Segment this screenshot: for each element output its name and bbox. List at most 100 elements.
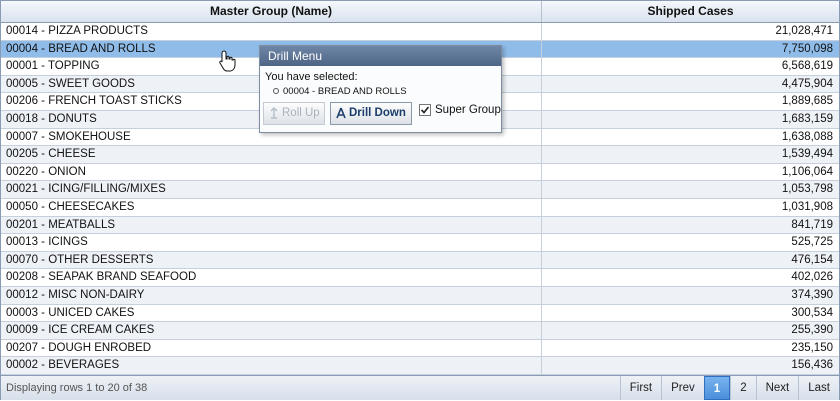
column-divider	[541, 322, 542, 339]
drill-down-icon	[336, 107, 346, 119]
drill-down-label: Drill Down	[349, 107, 406, 119]
cell-shipped-cases: 1,053,798	[781, 183, 833, 196]
pager-page-2-button[interactable]: 2	[730, 376, 755, 400]
column-divider	[541, 216, 542, 234]
cell-shipped-cases: 21,028,471	[775, 25, 833, 37]
cell-shipped-cases: 7,750,098	[781, 42, 833, 55]
cell-shipped-cases: 525,725	[791, 236, 833, 249]
table-row[interactable]: 00207 - DOUGH ENROBED 235,150	[1, 339, 839, 358]
column-divider	[541, 198, 542, 216]
column-divider	[541, 58, 542, 75]
grid-header: Master Group (Name) Shipped Cases	[1, 1, 839, 23]
column-divider	[541, 110, 542, 128]
table-row[interactable]: 00205 - CHEESE 1,539,494	[1, 146, 839, 164]
super-group-checkbox[interactable]	[419, 104, 431, 116]
cell-shipped-cases: 235,150	[791, 341, 833, 354]
cell-master-group: 00001 - TOPPING	[6, 60, 100, 73]
table-row[interactable]: 00002 - BEVERAGES 156,436	[1, 357, 839, 375]
roll-up-label: Roll Up	[282, 107, 320, 119]
column-divider	[541, 146, 542, 163]
grid-footer: Displaying rows 1 to 20 of 38 First Prev…	[1, 375, 839, 400]
pager-last-button[interactable]: Last	[798, 376, 839, 400]
cell-master-group: 00014 - PIZZA PRODUCTS	[6, 25, 148, 37]
table-row[interactable]: 00021 - ICING/FILLING/MIXES 1,053,798	[1, 181, 839, 199]
table-row[interactable]: 00070 - OTHER DESSERTS 476,154	[1, 251, 839, 270]
cell-master-group: 00201 - MEATBALLS	[6, 218, 116, 231]
cell-shipped-cases: 1,031,908	[781, 200, 833, 213]
cell-master-group: 00002 - BEVERAGES	[6, 359, 120, 372]
super-group-option[interactable]: Super Group	[419, 104, 501, 116]
cell-shipped-cases: 476,154	[791, 253, 833, 266]
drill-menu-selected-label: You have selected:	[265, 71, 358, 83]
column-header-shipped-cases[interactable]: Shipped Cases	[542, 1, 839, 22]
cell-master-group: 00018 - DONUTS	[6, 112, 97, 125]
drill-menu-selected-item-text: 00004 - BREAD AND ROLLS	[283, 86, 407, 97]
table-row[interactable]: 00208 - SEAPAK BRAND SEAFOOD 402,026	[1, 269, 839, 287]
table-row[interactable]: 00201 - MEATBALLS 841,719	[1, 216, 839, 235]
roll-up-icon	[270, 106, 278, 119]
column-divider	[541, 269, 542, 286]
bullet-icon	[273, 88, 279, 95]
cell-master-group: 00021 - ICING/FILLING/MIXES	[6, 183, 166, 196]
column-divider	[541, 251, 542, 269]
cell-master-group: 00205 - CHEESE	[6, 148, 96, 161]
hand-cursor-icon	[219, 50, 236, 72]
table-row[interactable]: 00013 - ICINGS 525,725	[1, 234, 839, 252]
column-header-master-group[interactable]: Master Group (Name)	[1, 1, 542, 22]
column-divider	[541, 23, 542, 40]
pager: First Prev 1 2 Next Last	[619, 376, 839, 400]
column-divider	[541, 339, 542, 357]
cell-master-group: 00220 - ONION	[6, 165, 86, 178]
column-divider	[541, 93, 542, 110]
column-divider	[541, 163, 542, 181]
pager-next-button[interactable]: Next	[755, 376, 799, 400]
drill-menu-selected-item: 00004 - BREAD AND ROLLS	[273, 86, 496, 97]
drill-down-button[interactable]: Drill Down	[330, 102, 412, 125]
cell-shipped-cases: 374,390	[791, 288, 833, 301]
pager-first-button[interactable]: First	[619, 376, 661, 400]
cell-shipped-cases: 402,026	[791, 271, 833, 284]
table-row[interactable]: 00014 - PIZZA PRODUCTS 21,028,471	[1, 23, 839, 41]
cell-shipped-cases: 6,568,619	[781, 60, 833, 73]
cell-shipped-cases: 1,106,064	[781, 165, 833, 178]
drill-menu-body: You have selected: 00004 - BREAD AND ROL…	[260, 66, 501, 101]
column-divider	[541, 75, 542, 93]
cell-master-group: 00207 - DOUGH ENROBED	[6, 341, 152, 354]
cell-shipped-cases: 4,475,904	[781, 77, 833, 90]
column-divider	[541, 128, 542, 146]
cell-master-group: 00005 - SWEET GOODS	[6, 77, 135, 90]
cell-master-group: 00009 - ICE CREAM CAKES	[6, 324, 155, 337]
cell-master-group: 00012 - MISC NON-DAIRY	[6, 288, 145, 301]
roll-up-button[interactable]: Roll Up	[263, 102, 325, 125]
super-group-label: Super Group	[435, 104, 501, 117]
cell-master-group: 00004 - BREAD AND ROLLS	[6, 42, 156, 55]
cell-shipped-cases: 255,390	[791, 324, 833, 337]
column-divider	[541, 234, 542, 251]
table-row[interactable]: 00220 - ONION 1,106,064	[1, 163, 839, 182]
table-row[interactable]: 00003 - UNICED CAKES 300,534	[1, 304, 839, 323]
cell-shipped-cases: 1,683,159	[781, 112, 833, 125]
cell-shipped-cases: 1,539,494	[781, 148, 833, 161]
table-row[interactable]: 00050 - CHEESECAKES 1,031,908	[1, 198, 839, 217]
cell-master-group: 00208 - SEAPAK BRAND SEAFOOD	[6, 271, 197, 284]
pager-page-1-button[interactable]: 1	[703, 376, 731, 400]
row-count-status: Displaying rows 1 to 20 of 38	[6, 382, 148, 394]
cell-shipped-cases: 841,719	[791, 218, 833, 231]
table-row[interactable]: 00009 - ICE CREAM CAKES 255,390	[1, 322, 839, 340]
pager-prev-button[interactable]: Prev	[661, 376, 704, 400]
cell-master-group: 00007 - SMOKEHOUSE	[6, 130, 131, 143]
drill-menu-title[interactable]: Drill Menu	[260, 46, 501, 66]
cell-master-group: 00003 - UNICED CAKES	[6, 306, 135, 319]
cell-shipped-cases: 300,534	[791, 306, 833, 319]
cell-shipped-cases: 156,436	[791, 359, 833, 372]
cell-shipped-cases: 1,889,685	[781, 95, 833, 108]
column-divider	[541, 181, 542, 198]
column-divider	[541, 357, 542, 374]
cell-shipped-cases: 1,638,088	[781, 130, 833, 143]
checkmark-icon	[420, 106, 430, 114]
cell-master-group: 00013 - ICINGS	[6, 236, 88, 249]
column-divider	[541, 286, 542, 304]
table-row[interactable]: 00012 - MISC NON-DAIRY 374,390	[1, 286, 839, 305]
cell-master-group: 00206 - FRENCH TOAST STICKS	[6, 95, 182, 108]
cell-master-group: 00070 - OTHER DESSERTS	[6, 253, 154, 266]
